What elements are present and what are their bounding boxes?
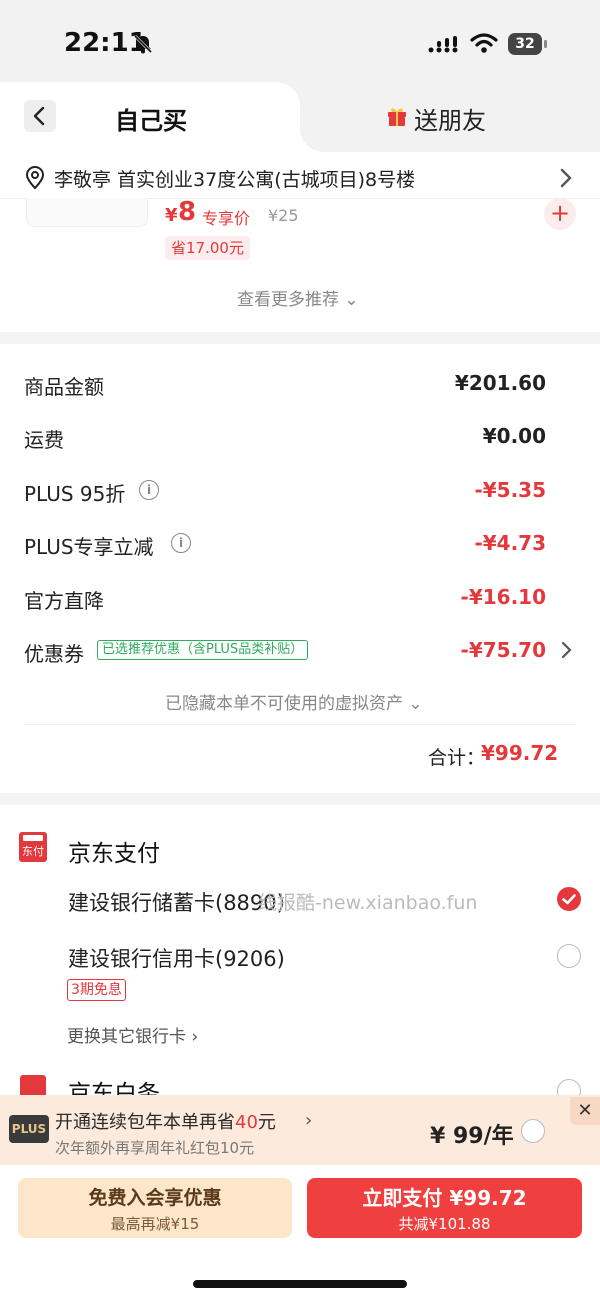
plus-badge: PLUS xyxy=(9,1115,49,1143)
plus-title-post: 元 xyxy=(257,1112,276,1133)
credit-card-option[interactable]: 建设银行信用卡(9206) xyxy=(68,943,285,973)
chevron-right-icon xyxy=(560,168,572,188)
info-icon[interactable]: i xyxy=(139,480,159,500)
jd-pay-label: 京东支付 xyxy=(68,841,160,867)
summary-separator xyxy=(24,724,576,725)
baitiao-icon xyxy=(20,1075,46,1097)
total-label: 合计： xyxy=(428,747,486,769)
chevron-right-icon[interactable]: › xyxy=(305,1110,312,1131)
tab-self-buy[interactable]: 自己买 xyxy=(115,101,187,136)
back-button[interactable] xyxy=(24,100,56,132)
row-value-shipping: ¥0.00 xyxy=(482,424,546,448)
row-label-shipping: 运费 xyxy=(24,428,64,452)
credit-card-radio[interactable] xyxy=(557,944,581,968)
row-value-goods-amount: ¥201.60 xyxy=(454,371,546,395)
cellular-signal-icon xyxy=(428,36,458,53)
row-label-plus-discount: PLUS 95折 xyxy=(24,482,126,506)
product-original-price: ¥25 xyxy=(268,206,299,225)
product-price-tag: 专享价 xyxy=(202,209,251,228)
row-value-coupon[interactable]: -¥75.70 xyxy=(461,638,546,662)
coupon-recommend-tag: 已选推荐优惠（含PLUS品类补贴） xyxy=(97,640,309,660)
debit-card-radio[interactable] xyxy=(557,887,581,911)
section-divider xyxy=(0,793,600,805)
add-product-button[interactable]: + xyxy=(544,198,576,230)
change-bank-card-link[interactable]: 更换其它银行卡 › xyxy=(67,1022,198,1047)
plus-title-pre: 开通连续包年本单再省 xyxy=(55,1112,235,1133)
close-icon[interactable]: ✕ xyxy=(570,1097,600,1125)
row-label-coupon[interactable]: 优惠券 xyxy=(24,638,84,667)
tab-gift-friend[interactable]: 送朋友 xyxy=(414,101,486,136)
hidden-assets-toggle[interactable]: 已隐藏本单不可使用的虚拟资产 ⌄ xyxy=(165,689,423,714)
row-value-official-drop: -¥16.10 xyxy=(460,585,546,609)
row-label-goods-amount: 商品金额 xyxy=(24,375,104,399)
debit-card-option[interactable]: 建设银行储蓄卡(8890) xyxy=(68,887,285,917)
pay-now-title: 立即支付 ¥99.72 xyxy=(362,1186,527,1210)
product-thumbnail[interactable] xyxy=(26,198,148,227)
checkmark-icon xyxy=(562,894,576,905)
chevron-right-icon[interactable] xyxy=(560,640,574,660)
watermark-text: 线报酷-new.xianbao.fun xyxy=(258,892,478,914)
jd-pay-icon-text: 东付 xyxy=(22,845,44,858)
product-price: 8 xyxy=(178,197,197,227)
info-icon[interactable]: i xyxy=(171,533,191,553)
product-saving-badge: 省17.00元 xyxy=(165,236,250,260)
join-membership-title: 免费入会享优惠 xyxy=(88,1187,222,1209)
plus-title-amount: 40 xyxy=(235,1112,258,1133)
plus-subscribe-radio[interactable] xyxy=(521,1119,545,1143)
plus-icon: + xyxy=(549,199,571,227)
plus-banner-title: 开通连续包年本单再省40元 xyxy=(55,1108,276,1134)
interest-free-badge: 3期免息 xyxy=(67,979,126,1001)
row-value-plus-instant-off: -¥4.73 xyxy=(474,531,546,555)
gift-icon xyxy=(388,108,406,126)
row-value-plus-discount: -¥5.35 xyxy=(474,478,546,502)
section-divider xyxy=(0,332,600,344)
home-indicator[interactable] xyxy=(193,1280,407,1288)
plus-annual-price: ¥ 99/年 xyxy=(430,1124,514,1149)
wifi-icon xyxy=(470,33,498,53)
row-label-plus-instant-off: PLUS专享立减 xyxy=(24,535,154,559)
delivery-address: 李敬亭 首实创业37度公寓(古城项目)8号楼 xyxy=(54,169,416,191)
battery-cap xyxy=(544,40,547,48)
jd-pay-icon: 东付 xyxy=(19,832,47,862)
total-value: ¥99.72 xyxy=(481,741,559,765)
plus-banner-subtitle: 次年额外再享周年礼红包10元 xyxy=(55,1139,255,1157)
join-membership-subtitle: 最高再减¥15 xyxy=(110,1215,200,1233)
battery-indicator: 32 xyxy=(508,33,542,55)
view-more-recommendations[interactable]: 查看更多推荐 ⌄ xyxy=(237,285,359,310)
bell-muted-icon xyxy=(133,34,153,54)
row-label-official-drop: 官方直降 xyxy=(24,589,104,613)
pay-now-subtitle: 共减¥101.88 xyxy=(398,1215,491,1233)
location-pin-icon xyxy=(25,166,45,190)
product-currency: ¥ xyxy=(165,205,178,226)
chevron-left-icon xyxy=(33,106,45,126)
